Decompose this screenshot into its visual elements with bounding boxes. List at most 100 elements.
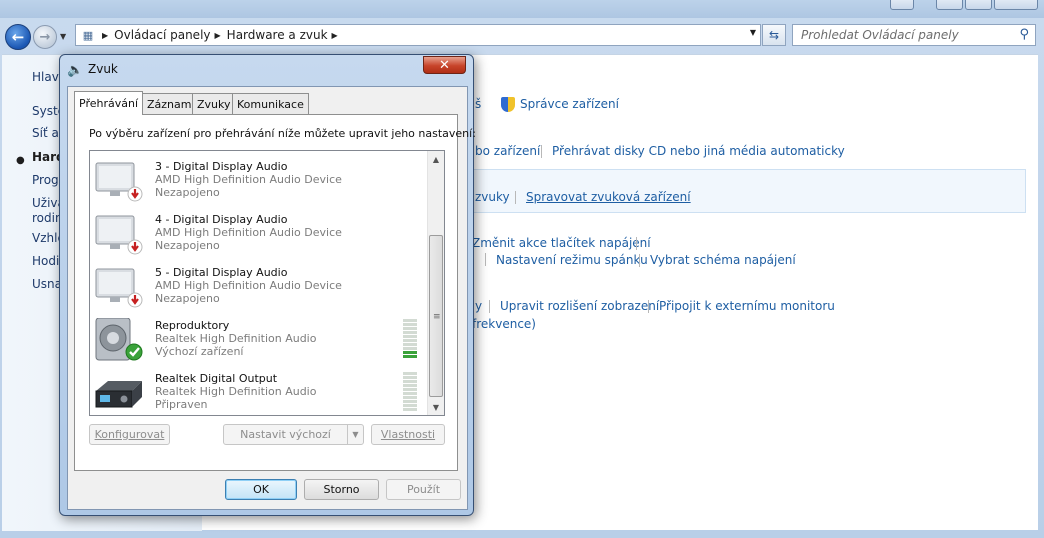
refresh-button[interactable]: ⇆ (762, 24, 786, 46)
device-name: Realtek Digital Output (155, 372, 278, 385)
level-segment (403, 372, 417, 375)
properties-label: Vlastnosti (380, 428, 436, 441)
scroll-up-arrow-icon[interactable]: ▲ (428, 151, 444, 167)
level-segment (403, 343, 417, 346)
tab-sounds[interactable]: Zvuky (192, 93, 236, 114)
back-arrow-icon: ← (11, 28, 25, 46)
level-segment (403, 355, 417, 358)
breadcrumb-control-panel[interactable]: Ovládací panely (114, 28, 210, 42)
grip-icon: ≡ (433, 312, 441, 322)
autoplay-link[interactable]: Přehrávat disky CD nebo jiná média autom… (552, 144, 845, 158)
device-name: 5 - Digital Display Audio (155, 266, 288, 279)
minimize-button[interactable] (936, 0, 963, 10)
power-buttons-link[interactable]: Změnit akce tlačítek napájení (472, 236, 651, 250)
chevron-right-icon[interactable]: ▶ (102, 31, 108, 40)
device-driver: AMD High Definition Audio Device (155, 279, 342, 292)
help-button[interactable] (890, 0, 914, 10)
current-item-bullet: ● (16, 155, 25, 166)
level-segment (403, 376, 417, 379)
adjust-resolution-link[interactable]: Upravit rozlišení zobrazení (500, 299, 659, 313)
control-panel-icon: ▦ (82, 28, 94, 42)
maximize-button[interactable] (965, 0, 992, 10)
add-device-link-tail[interactable]: bo zařízení (475, 144, 540, 158)
scroll-down-arrow-icon[interactable]: ▼ (428, 399, 444, 415)
chevron-right-icon[interactable]: ▶ (332, 31, 338, 40)
device-status: Nezapojeno (155, 186, 220, 199)
volume-level-meter (403, 372, 417, 412)
speaker-icon: 🔈 (67, 63, 84, 78)
monitor-icon (95, 215, 143, 255)
device-name: 3 - Digital Display Audio (155, 160, 288, 173)
search-icon[interactable]: ⚲ (1019, 27, 1029, 42)
ok-label: OK (253, 483, 269, 496)
apply-label: Použít (406, 483, 441, 496)
link-separator (636, 237, 637, 250)
link-separator (515, 191, 516, 204)
set-default-dropdown-arrow-icon[interactable]: ▼ (347, 425, 363, 444)
device-item-digital-display-5[interactable]: 5 - Digital Display Audio AMD High Defin… (90, 261, 426, 314)
device-item-speakers[interactable]: Reproduktory Realtek High Definition Aud… (90, 314, 426, 367)
link-separator (485, 253, 486, 266)
search-input[interactable]: Prohledat Ovládací panely ⚲ (792, 24, 1036, 46)
breadcrumb-hardware-sound[interactable]: Hardware a zvuk (227, 28, 328, 42)
scroll-thumb[interactable]: ≡ (429, 235, 443, 397)
monitor-icon (95, 268, 143, 308)
explorer-caption-buttons (890, 0, 1038, 10)
properties-button[interactable]: Vlastnosti (371, 424, 445, 445)
level-segment (403, 384, 417, 387)
dialog-title: Zvuk (88, 62, 118, 76)
playback-tab-panel: Po výběru zařízení pro přehrávání níže m… (74, 114, 476, 471)
devices-link-tail[interactable]: š (475, 97, 481, 111)
sleep-settings-link[interactable]: Nastavení režimu spánku (496, 253, 648, 267)
level-segment (403, 319, 417, 322)
recent-pages-dropdown[interactable]: ▼ (60, 32, 66, 41)
link-separator (541, 145, 542, 158)
forward-button[interactable]: → (33, 25, 57, 49)
manage-audio-devices-link[interactable]: Spravovat zvuková zařízení (526, 190, 691, 204)
level-segment (403, 323, 417, 326)
system-sounds-link-tail[interactable]: zvuky (475, 190, 510, 204)
shield-icon (501, 97, 515, 112)
back-button[interactable]: ← (5, 24, 31, 50)
set-default-button[interactable]: Nastavit výchozí ▼ (223, 424, 364, 445)
refresh-rate-link-tail[interactable]: frekvence) (472, 317, 536, 331)
address-history-dropdown[interactable]: ▼ (750, 28, 756, 37)
apply-button[interactable]: Použít (386, 479, 461, 500)
display-link-tail[interactable]: y (475, 299, 482, 313)
level-segment (403, 400, 417, 403)
level-segment (403, 331, 417, 334)
external-monitor-link[interactable]: Připojit k externímu monitoru (659, 299, 835, 313)
level-segment (403, 339, 417, 342)
power-plan-link[interactable]: Vybrat schéma napájení (650, 253, 796, 267)
close-icon: ✕ (439, 57, 450, 73)
level-segment (403, 347, 417, 350)
cancel-label: Storno (323, 483, 360, 496)
tab-communications[interactable]: Komunikace (232, 93, 309, 114)
refresh-icon: ⇆ (768, 28, 780, 42)
device-driver: AMD High Definition Audio Device (155, 173, 342, 186)
left-item-users-line2[interactable]: rodin (32, 211, 63, 225)
chevron-right-icon[interactable]: ▶ (215, 31, 221, 40)
speaker-icon (95, 318, 143, 361)
address-bar[interactable]: ▦ ▶ Ovládací panely ▶ Hardware a zvuk ▶ … (75, 24, 761, 46)
level-segment (403, 408, 417, 411)
device-item-digital-display-3[interactable]: 3 - Digital Display Audio AMD High Defin… (90, 155, 426, 208)
cancel-button[interactable]: Storno (304, 479, 379, 500)
tab-playback[interactable]: Přehrávání (74, 91, 144, 115)
playback-device-list[interactable]: 3 - Digital Display Audio AMD High Defin… (89, 150, 445, 416)
device-status: Výchozí zařízení (155, 345, 244, 358)
device-status: Připraven (155, 398, 208, 411)
configure-label: Konfigurovat (94, 428, 165, 441)
ok-button[interactable]: OK (225, 479, 297, 500)
device-item-digital-output[interactable]: Realtek Digital Output Realtek High Defi… (90, 367, 426, 415)
device-manager-link[interactable]: Správce zařízení (520, 97, 619, 111)
search-placeholder: Prohledat Ovládací panely (801, 28, 959, 42)
close-button[interactable] (994, 0, 1038, 10)
dialog-close-button[interactable]: ✕ (423, 56, 466, 74)
level-segment (403, 396, 417, 399)
device-item-digital-display-4[interactable]: 4 - Digital Display Audio AMD High Defin… (90, 208, 426, 261)
tab-recording[interactable]: Záznam (142, 93, 197, 114)
configure-button[interactable]: Konfigurovat (89, 424, 170, 445)
left-item-clock[interactable]: Hodi (32, 254, 59, 268)
device-list-scrollbar[interactable]: ▲ ≡ ▼ (427, 151, 444, 415)
